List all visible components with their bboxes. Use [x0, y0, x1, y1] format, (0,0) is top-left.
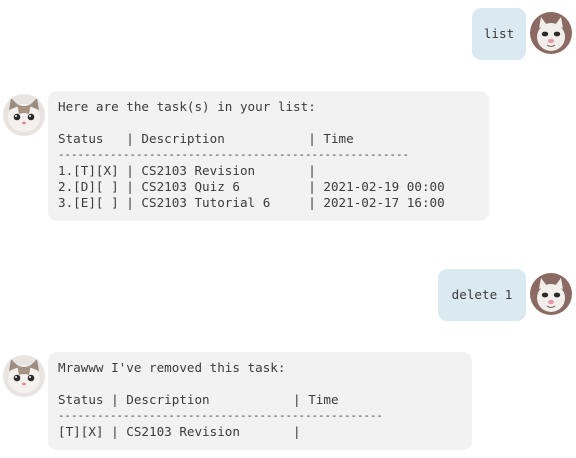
user-message-text: delete 1	[451, 287, 513, 302]
cat-face-icon	[3, 94, 45, 136]
bot-message-line: ----------------------------------------…	[58, 148, 410, 161]
bot-message-line: Mrawww I've removed this task:	[58, 360, 286, 375]
chat-window: list Here are the task(s) in your list: …	[0, 0, 576, 458]
user-avatar	[530, 12, 572, 54]
user-avatar	[530, 273, 572, 315]
bot-message-line: ----------------------------------------…	[58, 409, 384, 422]
bot-message-bubble: Mrawww I've removed this task: Status | …	[48, 352, 472, 450]
bot-message-line: Here are the task(s) in your list:	[58, 99, 316, 114]
user-message-bubble: list	[472, 8, 526, 60]
bot-avatar	[3, 94, 45, 136]
user-message-bubble: delete 1	[438, 269, 526, 321]
cat-face-icon	[530, 12, 572, 54]
user-message-text: list	[483, 26, 515, 41]
bot-message-line: 1.[T][X] | CS2103 Revision |	[58, 163, 316, 178]
bot-avatar	[3, 355, 45, 397]
bot-message-line: [T][X] | CS2103 Revision |	[58, 424, 301, 439]
cat-face-icon	[530, 273, 572, 315]
bot-message-line: Status | Description | Time	[58, 392, 339, 407]
bot-message-line: 3.[E][ ] | CS2103 Tutorial 6 | 2021-02-1…	[58, 195, 445, 210]
bot-message-line	[58, 376, 462, 392]
bot-message-line: Status | Description | Time	[58, 131, 354, 146]
cat-face-icon	[3, 355, 45, 397]
bot-message-line: 2.[D][ ] | CS2103 Quiz 6 | 2021-02-19 00…	[58, 179, 445, 194]
bot-message-bubble: Here are the task(s) in your list: Statu…	[48, 91, 489, 221]
bot-message-line	[58, 115, 479, 131]
